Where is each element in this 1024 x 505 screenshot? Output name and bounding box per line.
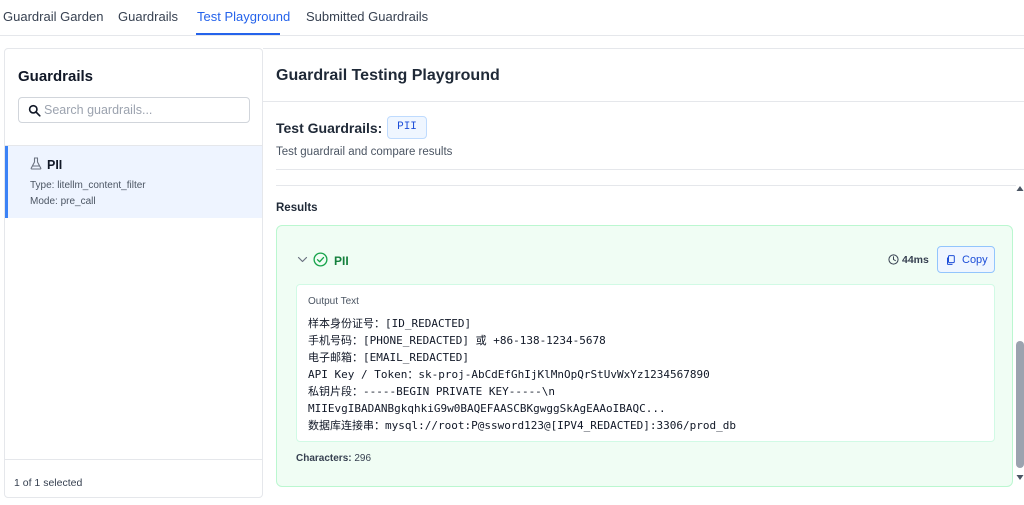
copy-button-label: Copy xyxy=(962,254,988,266)
top-tab-bar: Guardrail Garden Guardrails Test Playgro… xyxy=(0,0,1024,36)
characters-value: 296 xyxy=(354,453,372,464)
tab-test-playground[interactable]: Test Playground xyxy=(197,9,290,24)
header-divider xyxy=(263,101,1024,102)
copy-button[interactable]: Copy xyxy=(937,246,995,273)
sidebar-item-type: Type: litellm_content_filter xyxy=(30,180,146,191)
output-line: MIIEvgIBADANBgkqhkiG9w0BAQEFAASCBKgwggSk… xyxy=(308,402,666,415)
search-box[interactable] xyxy=(18,97,250,123)
latency-value: 44ms xyxy=(902,254,929,266)
result-guardrail-name: PII xyxy=(334,254,349,268)
search-input[interactable] xyxy=(44,101,244,119)
results-heading: Results xyxy=(276,202,318,214)
output-line: 电子邮箱：[EMAIL_REDACTED] xyxy=(308,351,469,364)
result-card: PII 44ms Copy Output Text 样本身份证号：[ID_RED… xyxy=(276,225,1013,487)
guardrail-chip: PII xyxy=(387,116,427,139)
sidebar-footer: 1 of 1 selected xyxy=(5,459,262,497)
characters-label: Characters: xyxy=(296,453,352,464)
tab-submitted-guardrails[interactable]: Submitted Guardrails xyxy=(306,9,428,24)
check-circle-icon xyxy=(313,252,328,267)
chevron-down-icon[interactable] xyxy=(297,256,308,264)
tab-guardrail-garden[interactable]: Guardrail Garden xyxy=(3,9,103,24)
tab-guardrails[interactable]: Guardrails xyxy=(118,9,178,24)
output-line: 样本身份证号：[ID_REDACTED] xyxy=(308,317,472,330)
active-tab-indicator xyxy=(196,33,280,35)
flask-icon xyxy=(30,157,42,170)
search-icon xyxy=(28,104,41,117)
output-line: 手机号码：[PHONE_REDACTED] 或 +86-138-1234-567… xyxy=(308,334,606,347)
character-count: Characters: 296 xyxy=(296,453,371,464)
sidebar-item-mode: Mode: pre_call xyxy=(30,196,96,207)
scrollbar-thumb[interactable] xyxy=(1016,341,1024,468)
output-text: 样本身份证号：[ID_REDACTED] 手机号码：[PHONE_REDACTE… xyxy=(308,315,993,434)
output-text-box: Output Text 样本身份证号：[ID_REDACTED] 手机号码：[P… xyxy=(296,284,995,442)
section-divider-2 xyxy=(276,185,1016,186)
output-line: 数据库连接串：mysql://root:P@ssword123@[IPV4_RE… xyxy=(308,419,736,432)
playground-main: Guardrail Testing Playground Test Guardr… xyxy=(263,48,1024,498)
guardrails-sidebar: Guardrails PII Type: litellm_content_fil… xyxy=(4,48,263,498)
selection-count: 1 of 1 selected xyxy=(14,477,83,489)
scroll-down-arrow[interactable] xyxy=(1016,474,1024,481)
scroll-up-arrow[interactable] xyxy=(1016,185,1024,192)
sidebar-item-pii[interactable]: PII Type: litellm_content_filter Mode: p… xyxy=(5,146,262,218)
test-subtitle: Test guardrail and compare results xyxy=(276,146,453,158)
test-heading: Test Guardrails: xyxy=(276,120,383,136)
page-title: Guardrail Testing Playground xyxy=(276,67,500,84)
output-line: API Key / Token：sk-proj-AbCdEfGhIjKlMnOp… xyxy=(308,368,710,381)
copy-icon xyxy=(947,255,955,265)
section-divider xyxy=(276,169,1024,170)
clock-icon xyxy=(888,254,899,265)
sidebar-item-name: PII xyxy=(47,158,63,172)
output-label: Output Text xyxy=(308,296,359,307)
sidebar-title: Guardrails xyxy=(18,68,94,85)
output-line: 私钥片段：-----BEGIN PRIVATE KEY-----\n xyxy=(308,385,556,398)
